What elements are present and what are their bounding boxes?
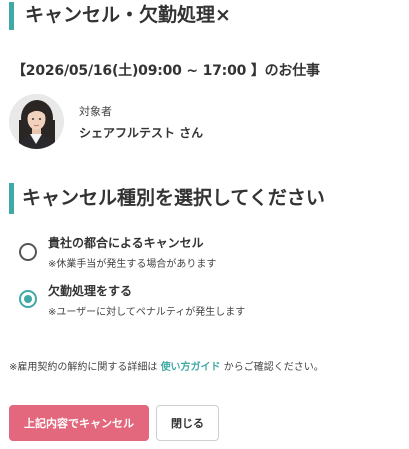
radio-absence[interactable] [19,290,37,308]
footnote-prefix: ※雇用契約の解約に関する詳細は [9,362,161,373]
footnote-suffix: からご確認ください。 [220,362,324,373]
option-label[interactable]: 貴社の都合によるキャンセル [48,234,204,251]
section-accent-bar [9,183,14,214]
close-button[interactable]: 閉じる [156,405,219,441]
avatar [9,94,64,149]
cancel-type-heading: キャンセル種別を選択してください [22,187,325,209]
person-name: シェアフルテスト さん [79,126,204,140]
footnote: ※雇用契約の解約に関する詳細は 使い方ガイド からご確認ください。 [9,358,324,373]
guide-link[interactable]: 使い方ガイド [161,362,221,373]
person-photo-icon [9,94,64,149]
title-accent-bar [9,2,14,30]
person-label: 対象者 [79,105,112,118]
option-label[interactable]: 欠勤処理をする [48,282,132,299]
confirm-cancel-button[interactable]: 上記内容でキャンセル [9,405,149,441]
dialog-title-text: キャンセル・欠勤処理 [25,4,216,26]
close-icon[interactable]: × [215,4,231,26]
option-note: ※休業手当が発生する場合があります [48,259,217,270]
job-heading: 【2026/05/16(土)09:00 ~ 17:00 】のお仕事 [12,63,320,79]
dialog-title: キャンセル・欠勤処理× [25,2,231,28]
radio-company-cancel[interactable] [19,243,37,261]
option-note: ※ユーザーに対してペナルティが発生します [48,307,246,318]
